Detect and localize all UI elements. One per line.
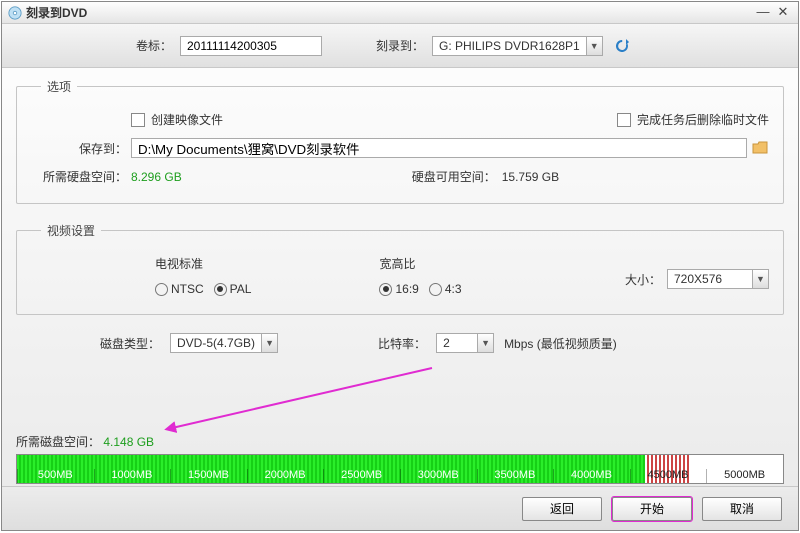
chevron-down-icon[interactable]: ▼ xyxy=(261,334,277,352)
disc-space-label: 所需磁盘空间： xyxy=(16,435,100,449)
disc-space-section: 所需磁盘空间： 4.148 GB 500MB 1000MB 1500MB 200… xyxy=(16,433,784,484)
footer: 返回 开始 取消 xyxy=(2,486,798,530)
volume-input[interactable] xyxy=(180,36,322,56)
pal-radio[interactable]: PAL xyxy=(214,282,252,296)
disc-icon xyxy=(8,6,22,20)
window-title: 刻录到DVD xyxy=(26,4,752,21)
avail-disk-label: 硬盘可用空间： xyxy=(412,168,496,185)
minimize-button[interactable]: — xyxy=(754,6,772,20)
chevron-down-icon[interactable]: ▼ xyxy=(752,270,768,288)
tv-standard-label: 电视标准 xyxy=(155,255,251,272)
bitrate-dropdown[interactable]: 2 ▼ xyxy=(436,333,494,353)
disc-space-value: 4.148 GB xyxy=(103,435,154,449)
disc-type-value: DVD-5(4.7GB) xyxy=(171,336,261,350)
burn-to-dropdown[interactable]: G: PHILIPS DVDR1628P1 ▼ xyxy=(432,36,603,56)
tick: 1000MB xyxy=(94,469,171,483)
close-button[interactable]: ✕ xyxy=(774,6,792,20)
tick: 4000MB xyxy=(553,469,630,483)
disc-type-dropdown[interactable]: DVD-5(4.7GB) ▼ xyxy=(170,333,278,353)
delete-temp-checkbox[interactable] xyxy=(617,113,631,127)
cancel-button[interactable]: 取消 xyxy=(702,497,782,521)
disc-scale: 500MB 1000MB 1500MB 2000MB 2500MB 3000MB… xyxy=(17,469,783,483)
tick: 2500MB xyxy=(323,469,400,483)
video-settings-fieldset: 视频设置 电视标准 NTSC PAL 宽高比 16:9 4:3 xyxy=(16,222,784,315)
create-image-label: 创建映像文件 xyxy=(151,111,223,128)
delete-temp-label: 完成任务后删除临时文件 xyxy=(637,111,769,128)
aspect-label: 宽高比 xyxy=(379,255,461,272)
burn-to-value: G: PHILIPS DVDR1628P1 xyxy=(433,39,586,53)
options-fieldset: 选项 创建映像文件 完成任务后删除临时文件 保存到： xyxy=(16,78,784,204)
tick: 4500MB xyxy=(630,469,707,483)
tick: 2000MB xyxy=(247,469,324,483)
tick: 3000MB xyxy=(400,469,477,483)
options-legend: 选项 xyxy=(41,78,77,95)
size-label: 大小： xyxy=(625,271,661,288)
aspect-169-radio[interactable]: 16:9 xyxy=(379,282,418,296)
size-dropdown[interactable]: 720X576 ▼ xyxy=(667,269,769,289)
chevron-down-icon[interactable]: ▼ xyxy=(477,334,493,352)
folder-icon[interactable] xyxy=(751,139,769,157)
size-value: 720X576 xyxy=(668,272,752,286)
aspect-43-radio[interactable]: 4:3 xyxy=(429,282,462,296)
burn-to-label: 刻录到： xyxy=(364,37,424,54)
volume-label: 卷标： xyxy=(122,37,172,54)
req-disk-label: 所需硬盘空间： xyxy=(31,168,131,185)
bitrate-value: 2 xyxy=(437,336,477,350)
create-image-checkbox[interactable] xyxy=(131,113,145,127)
video-settings-legend: 视频设置 xyxy=(41,222,101,239)
req-disk-value: 8.296 GB xyxy=(131,170,182,184)
bitrate-unit: Mbps (最低视频质量) xyxy=(504,335,617,352)
bitrate-label: 比特率： xyxy=(378,335,426,352)
tick: 1500MB xyxy=(170,469,247,483)
refresh-icon[interactable] xyxy=(611,35,633,57)
tick: 5000MB xyxy=(706,469,783,483)
save-to-input[interactable] xyxy=(131,138,747,158)
titlebar: 刻录到DVD — ✕ xyxy=(2,2,798,24)
tick: 500MB xyxy=(17,469,94,483)
chevron-down-icon[interactable]: ▼ xyxy=(586,37,602,55)
annotation-arrow-icon xyxy=(162,366,442,436)
tick: 3500MB xyxy=(477,469,554,483)
back-button[interactable]: 返回 xyxy=(522,497,602,521)
ntsc-radio[interactable]: NTSC xyxy=(155,282,204,296)
disc-space-bar: 500MB 1000MB 1500MB 2000MB 2500MB 3000MB… xyxy=(16,454,784,484)
disc-bitrate-row: 磁盘类型： DVD-5(4.7GB) ▼ 比特率： 2 ▼ Mbps (最低视频… xyxy=(16,333,784,353)
start-button[interactable]: 开始 xyxy=(612,497,692,521)
avail-disk-value: 15.759 GB xyxy=(502,170,559,184)
top-row: 卷标： 刻录到： G: PHILIPS DVDR1628P1 ▼ xyxy=(2,24,798,68)
save-to-label: 保存到： xyxy=(31,140,131,157)
disc-type-label: 磁盘类型： xyxy=(100,335,160,352)
